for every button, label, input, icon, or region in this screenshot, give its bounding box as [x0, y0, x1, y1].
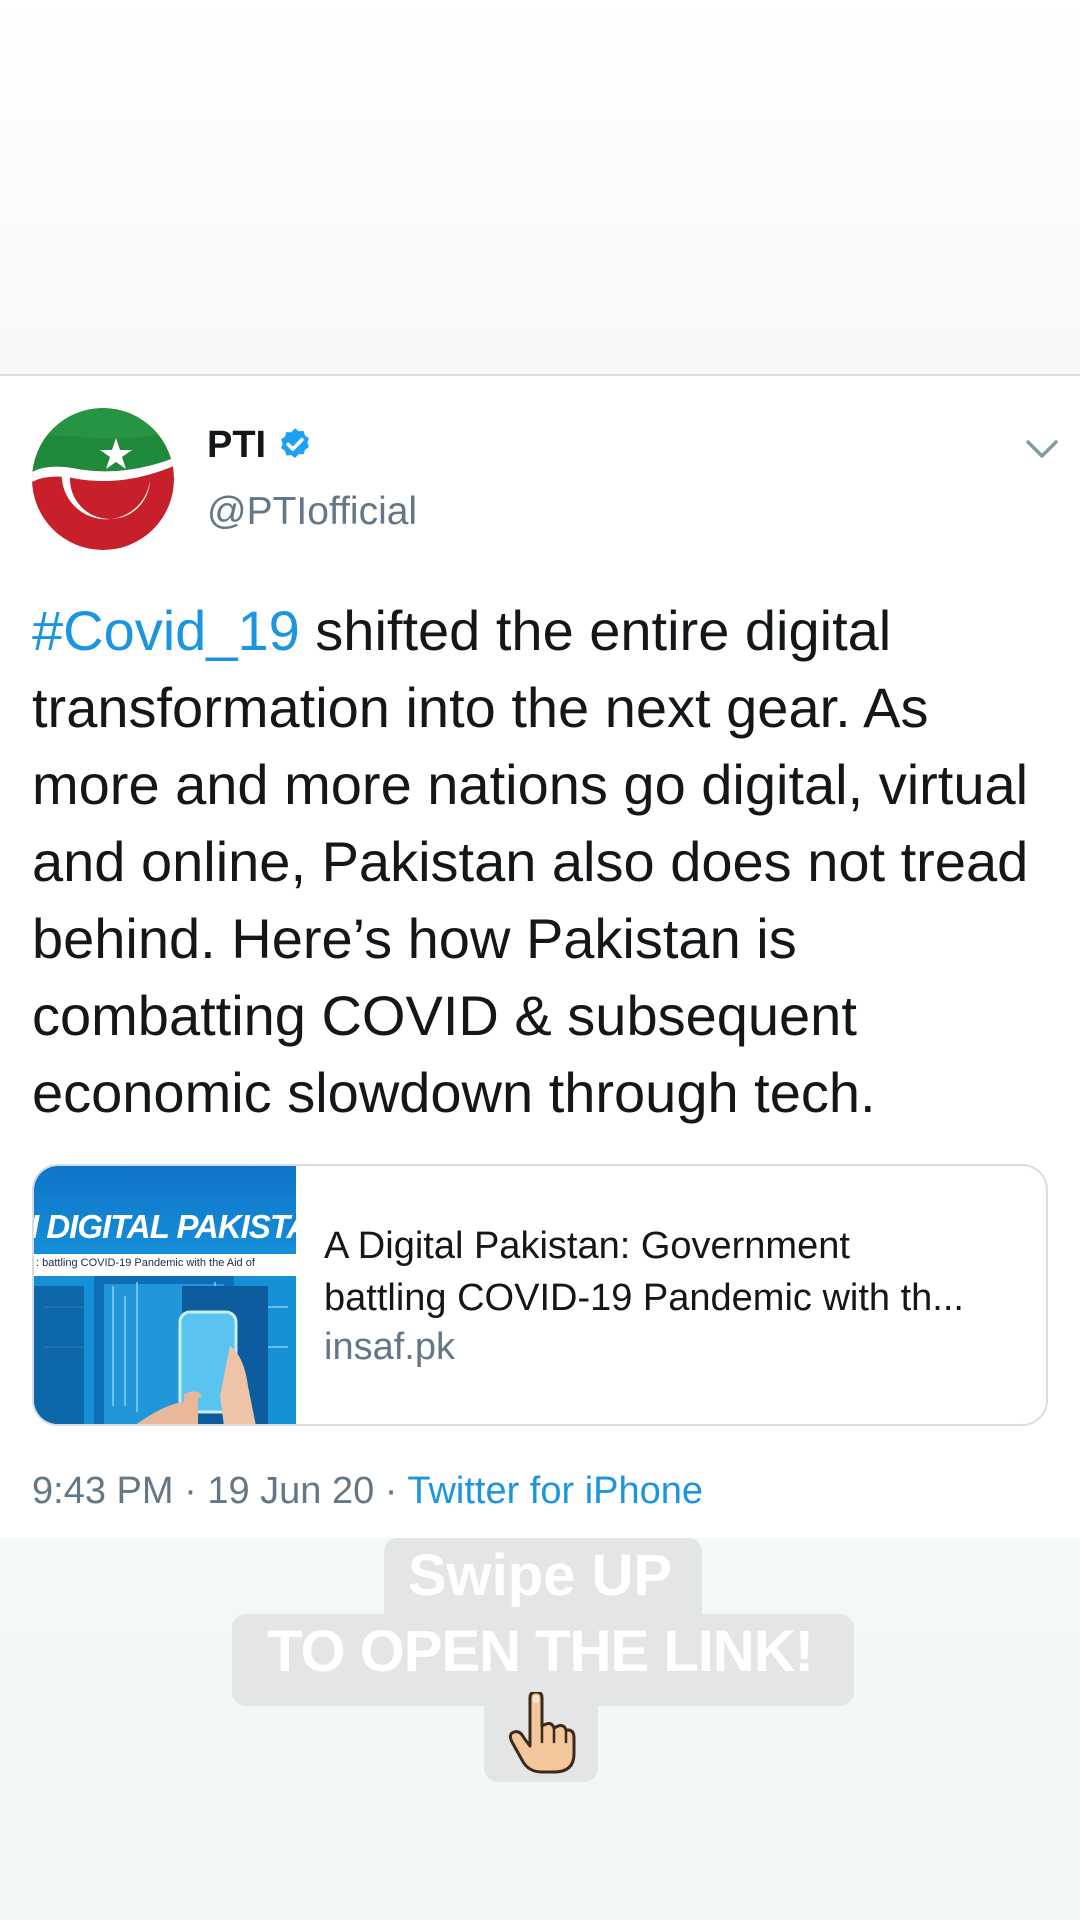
link-title-line1: A Digital Pakistan: Government	[324, 1225, 850, 1267]
tweet-date: 19 Jun 20	[207, 1470, 375, 1512]
chevron-down-icon[interactable]	[1024, 436, 1060, 464]
thumbnail-subtitle: : battling COVID-19 Pandemic with the Ai…	[36, 1257, 255, 1269]
open-link-text[interactable]: TO OPEN THE LINK!	[0, 1618, 1080, 1685]
author-name-row[interactable]: PTI	[207, 421, 314, 469]
meta-separator: ·	[374, 1470, 408, 1512]
link-preview-card[interactable]: I DIGITAL PAKISTAN : battling COVID-19 P…	[32, 1164, 1048, 1426]
meta-separator: ·	[173, 1470, 208, 1512]
tweet-meta: 9:43 PM · 19 Jun 20 · Twitter for iPhone	[32, 1470, 703, 1513]
link-thumbnail: I DIGITAL PAKISTAN : battling COVID-19 P…	[34, 1166, 296, 1424]
link-title-line2: battling COVID-19 Pandemic with th...	[324, 1277, 964, 1319]
tweet-time: 9:43 PM	[32, 1470, 174, 1512]
phone-hand-graphic-icon	[34, 1276, 296, 1424]
tweet-card[interactable]: PTI @PTIofficial #Covid_19 shifted the e…	[0, 376, 1080, 1546]
hashtag-link[interactable]: #Covid_19	[32, 599, 300, 662]
tweet-source-link[interactable]: Twitter for iPhone	[407, 1470, 703, 1512]
pti-flag-avatar-icon	[32, 408, 174, 550]
verified-badge-icon	[281, 428, 310, 458]
top-blank-area	[0, 0, 1080, 374]
swipe-up-text[interactable]: Swipe UP	[0, 1542, 1080, 1609]
thumbnail-title: I DIGITAL PAKISTAN	[34, 1208, 296, 1245]
link-title[interactable]: A Digital Pakistan: Government battling …	[324, 1220, 1024, 1324]
author-handle[interactable]: @PTIofficial	[207, 490, 417, 534]
tweet-text: #Covid_19 shifted the entire digital tra…	[32, 592, 1052, 1131]
link-domain: insaf.pk	[324, 1326, 455, 1368]
avatar[interactable]	[32, 408, 174, 550]
pointing-hand-icon	[508, 1692, 576, 1774]
display-name[interactable]: PTI	[207, 424, 266, 467]
tweet-body: shifted the entire digital transformatio…	[32, 599, 1029, 1124]
